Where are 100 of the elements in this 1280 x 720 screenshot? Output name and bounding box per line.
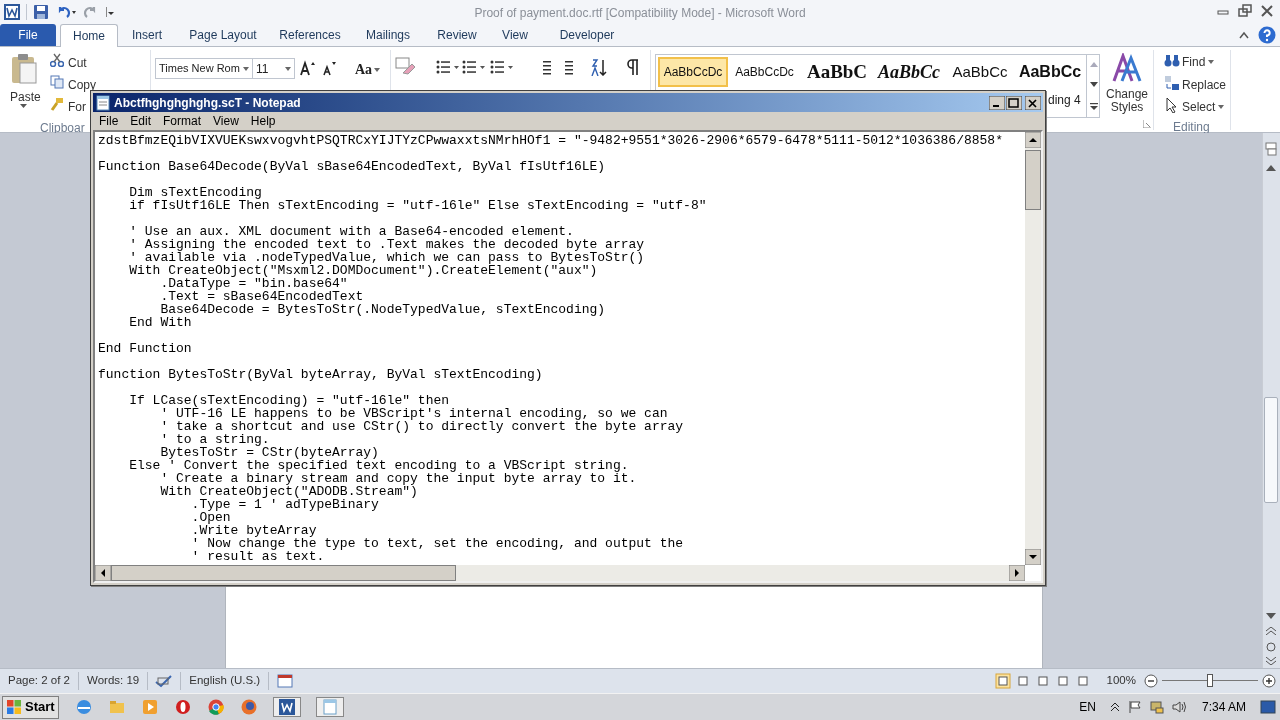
browse-object-icon[interactable] [1266,642,1276,652]
paste-label[interactable]: Paste [10,88,41,106]
select-button[interactable]: Select [1182,98,1225,116]
zoom-in-icon[interactable] [1262,673,1276,688]
style-preset[interactable]: AaBbCc [945,57,1015,87]
word-taskbar-icon[interactable] [272,697,301,717]
browser-icon[interactable] [74,698,93,716]
scroll-down-icon[interactable] [1266,613,1276,619]
collapse-ribbon-icon[interactable] [1238,29,1250,41]
code-line: End With [128,316,193,329]
next-page-icon[interactable] [1266,657,1276,665]
zoom-slider[interactable] [1162,673,1258,688]
code-line: End Function [98,342,193,355]
slider-thumb[interactable] [1207,673,1213,687]
word-count[interactable]: Words: 19 [79,672,149,690]
find-button[interactable]: Find [1182,53,1215,71]
notepad-taskbar-icon[interactable] [315,697,344,717]
input-language[interactable]: EN [1079,698,1096,716]
change-styles-icon[interactable] [1112,53,1142,83]
menu-item[interactable]: File [93,112,125,130]
menu-item[interactable]: Help [244,112,282,130]
font-size-value: 11 [256,60,269,78]
ribbon-tab[interactable]: Insert [118,24,176,46]
scroll-right-icon[interactable] [1009,565,1025,581]
menu-item[interactable]: Format [157,112,208,130]
code-line: if fIsUtf16LE Then sTextEncoding = "utf-16le" Else sTextEncoding = "utf-8" [128,199,708,212]
speaker-icon[interactable] [1171,700,1188,714]
macro-icon[interactable] [277,674,294,688]
style-preset[interactable]: AaBbCc [1015,57,1085,87]
menu-item[interactable]: View [207,112,245,130]
scroll-left-icon[interactable] [95,565,111,581]
menu-item[interactable]: Edit [124,112,158,130]
format-painter-button[interactable]: For [68,98,86,116]
firefox-icon[interactable] [239,698,258,716]
show-hidden-icons-icon[interactable] [1109,701,1120,713]
vertical-scrollbar[interactable] [1262,133,1280,668]
restore-icon[interactable] [1238,4,1252,18]
code-line: .Write byteArray [190,524,318,537]
split-icon[interactable] [1264,141,1278,157]
opera-icon[interactable] [173,698,192,716]
horizontal-scrollbar[interactable] [95,565,1025,581]
style-preset[interactable]: AaBbCcDc [658,57,728,87]
maximize-icon[interactable] [1006,95,1022,110]
help-icon[interactable] [1258,26,1276,44]
multilevel-list-icon[interactable] [490,58,514,76]
ribbon-tab[interactable]: View [488,24,542,46]
network-icon[interactable] [1149,700,1164,714]
vertical-scrollbar[interactable] [1025,132,1041,565]
ribbon-tab[interactable]: References [270,24,350,46]
flag-icon[interactable] [1127,700,1142,714]
zoom-level[interactable]: 100% [1106,672,1136,690]
sort-icon[interactable] [590,58,608,76]
close-icon[interactable] [1260,4,1274,18]
zoom-out-icon[interactable] [1144,673,1158,688]
caret-icon [285,66,291,71]
proofing-icon[interactable] [154,674,175,688]
scroll-thumb[interactable] [1264,397,1278,503]
close-icon[interactable] [1025,95,1041,110]
ribbon-tab[interactable]: File [0,24,56,46]
start-button[interactable]: Start [2,695,59,719]
ribbon-tab[interactable]: Page Layout [176,24,270,46]
change-case-button[interactable]: Aa [355,59,381,80]
clock[interactable]: 7:34 AM [1201,698,1246,716]
save-icon[interactable] [33,4,49,20]
word-app-icon[interactable] [4,4,20,20]
change-styles-button[interactable]: Change Styles [1103,88,1151,114]
code-line: ' to a string. [159,433,271,446]
print-layout-icon[interactable] [994,672,1011,689]
ribbon-tab[interactable]: Home [60,24,118,47]
font-size-field[interactable]: 11 [253,58,295,79]
language-status[interactable]: English (U.S.) [180,672,270,690]
replace-button[interactable]: Replace [1182,76,1227,94]
style-preset[interactable]: AaBbCc [873,57,945,87]
style-preset[interactable]: AaBbCcDc [728,57,801,87]
bullets-icon[interactable] [436,58,460,76]
customize-toolbar-icon[interactable] [105,4,115,20]
caret-icon [243,66,249,71]
previous-page-icon[interactable] [1266,627,1276,635]
show-desktop-icon[interactable] [1260,700,1276,714]
minimize-icon[interactable] [989,95,1005,110]
ribbon-tab[interactable]: Mailings [350,24,426,46]
scroll-thumb[interactable] [1025,150,1041,210]
font-name-field[interactable]: Times New Rom [155,58,253,79]
scroll-up-icon[interactable] [1025,132,1041,148]
cut-button[interactable]: Cut [68,54,87,72]
scroll-down-icon[interactable] [1089,82,1098,88]
ribbon-tab[interactable]: Review [426,24,488,46]
scroll-up-icon[interactable] [1266,165,1276,171]
notepad-icon[interactable] [95,94,111,111]
style-preset[interactable]: AaBbC [801,57,873,87]
code-line: With CreateObject("ADODB.Stream") [159,485,419,498]
pilcrow-icon[interactable] [626,58,640,76]
page-count[interactable]: Page: 2 of 2 [0,672,80,690]
chrome-icon[interactable] [206,698,225,716]
more-styles-icon[interactable] [1089,103,1098,111]
dialog-launcher-icon[interactable] [1143,120,1151,128]
scroll-down-icon[interactable] [1025,549,1041,565]
ribbon-tab[interactable]: Developer [542,24,632,46]
numbering-icon[interactable] [462,58,486,76]
copy-button[interactable]: Copy [68,76,96,94]
